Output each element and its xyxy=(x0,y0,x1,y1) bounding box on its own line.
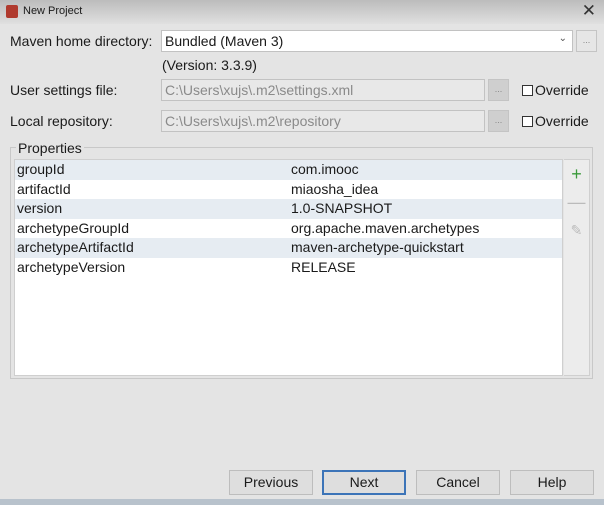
property-value[interactable]: org.apache.maven.archetypes xyxy=(291,220,479,236)
property-key: version xyxy=(17,200,63,216)
local-repo-label: Local repository: xyxy=(10,113,113,129)
property-key: archetypeVersion xyxy=(17,258,126,275)
property-value[interactable]: RELEASE xyxy=(291,259,356,275)
user-settings-input[interactable]: C:\Users\xujs\.m2\settings.xml xyxy=(161,79,485,101)
maven-home-select[interactable]: Bundled (Maven 3) ⌄ xyxy=(161,30,573,52)
user-settings-override-checkbox[interactable]: Override xyxy=(522,82,589,98)
property-value[interactable]: maven-archetype-quickstart xyxy=(291,239,464,255)
taskbar-edge xyxy=(0,499,604,505)
help-button[interactable]: Help xyxy=(510,470,594,495)
maven-home-label: Maven home directory: xyxy=(10,33,153,49)
properties-table: groupId com.imooc artifactId miaosha_ideave… xyxy=(14,159,563,376)
properties-label: Properties xyxy=(16,140,84,156)
window-title: New Project xyxy=(23,5,83,17)
local-repo-browse-button[interactable]: ... xyxy=(488,110,509,132)
local-repo-input[interactable]: C:\Users\xujs\.m2\repository xyxy=(161,110,485,132)
remove-icon[interactable]: — xyxy=(564,188,589,216)
table-row[interactable]: archetypeVersion RELEASE xyxy=(15,258,562,278)
table-row[interactable]: artifactId miaosha_idea xyxy=(15,180,562,200)
property-key: archetypeGroupId xyxy=(17,219,130,236)
override-label: Override xyxy=(535,82,589,98)
chevron-down-icon: ⌄ xyxy=(558,33,567,44)
edit-icon[interactable]: ✎ xyxy=(564,216,589,244)
table-row[interactable]: version 1.0-SNAPSHOT xyxy=(15,199,562,219)
add-icon[interactable]: + xyxy=(564,160,589,188)
table-row[interactable]: groupId com.imooc xyxy=(15,160,562,180)
user-settings-label: User settings file: xyxy=(10,82,118,98)
property-value[interactable]: com.imooc xyxy=(291,161,359,177)
cancel-button[interactable]: Cancel xyxy=(416,470,500,495)
close-button[interactable]: ✕ xyxy=(582,1,596,21)
user-settings-browse-button[interactable]: ... xyxy=(488,79,509,101)
maven-home-browse-button[interactable]: ... xyxy=(576,30,597,52)
next-button[interactable]: Next xyxy=(322,470,406,495)
property-value[interactable]: miaosha_idea xyxy=(291,181,378,197)
previous-button[interactable]: Previous xyxy=(229,470,313,495)
maven-version: (Version: 3.3.9) xyxy=(162,57,257,73)
table-row[interactable]: archetypeGroupId org.apache.maven.archety… xyxy=(15,219,562,239)
property-key: archetypeArtifactId xyxy=(17,239,134,255)
title-bar: New Project ✕ xyxy=(0,0,604,24)
property-key: artifactId xyxy=(17,180,71,197)
override-label: Override xyxy=(535,113,589,129)
property-value[interactable]: 1.0-SNAPSHOT xyxy=(291,200,392,216)
app-icon xyxy=(6,5,18,18)
maven-home-value: Bundled (Maven 3) xyxy=(165,33,284,49)
properties-toolbar: + — ✎ xyxy=(564,159,590,376)
local-repo-override-checkbox[interactable]: Override xyxy=(522,113,589,129)
property-key: groupId xyxy=(17,161,65,177)
table-row[interactable]: archetypeArtifactId maven-archetype-quick… xyxy=(15,238,562,258)
